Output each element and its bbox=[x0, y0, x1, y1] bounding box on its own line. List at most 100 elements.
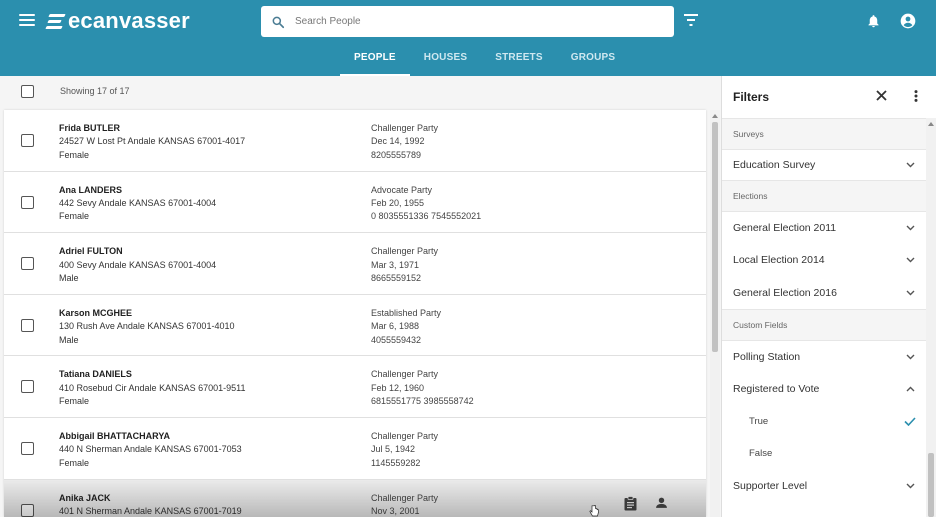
person-name: Anika JACK bbox=[59, 492, 111, 503]
person-gender: Female bbox=[59, 149, 90, 160]
chevron-down-icon bbox=[906, 290, 915, 296]
person-address: 130 Rush Ave Andale KANSAS 67001-4010 bbox=[59, 321, 235, 332]
clipboard-icon[interactable] bbox=[624, 495, 637, 511]
filter-label: General Election 2016 bbox=[733, 286, 837, 299]
person-party: Established Party bbox=[371, 307, 442, 318]
list-item[interactable]: Ana LANDERS 442 Sevy Andale KANSAS 67001… bbox=[4, 171, 706, 234]
filter-education-survey[interactable]: Education Survey bbox=[722, 150, 926, 180]
section-header-elections: Elections bbox=[722, 180, 926, 212]
person-address: 442 Sevy Andale KANSAS 67001-4004 bbox=[59, 198, 217, 208]
person-dob: Jul 5, 1942 bbox=[371, 444, 416, 455]
person-gender: Female bbox=[59, 457, 90, 468]
row-checkbox[interactable] bbox=[21, 380, 34, 394]
person-address: 24527 W Lost Pt Andale KANSAS 67001-4017 bbox=[59, 136, 246, 147]
filter-general-election-2016[interactable]: General Election 2016 bbox=[722, 277, 926, 309]
row-checkbox[interactable] bbox=[21, 195, 34, 209]
bell-icon[interactable] bbox=[866, 13, 881, 29]
section-header-surveys: Surveys bbox=[722, 118, 926, 150]
chevron-down-icon bbox=[906, 483, 915, 489]
scroll-up-arrow-icon[interactable] bbox=[928, 122, 934, 126]
filter-label: Local Election 2014 bbox=[733, 254, 825, 267]
person-name: Tatiana DANIELS bbox=[59, 369, 132, 380]
list-item[interactable]: Karson MCGHEE 130 Rush Ave Andale KANSAS… bbox=[4, 294, 706, 357]
filters-scrollbar[interactable] bbox=[926, 118, 936, 517]
person-dob: Mar 6, 1988 bbox=[371, 321, 420, 332]
check-icon bbox=[904, 417, 916, 426]
chevron-down-icon bbox=[906, 162, 915, 168]
scroll-thumb[interactable] bbox=[928, 453, 934, 517]
search-input[interactable] bbox=[295, 16, 635, 27]
scroll-up-arrow-icon[interactable] bbox=[712, 114, 718, 118]
person-dob: Nov 3, 2001 bbox=[371, 505, 420, 516]
filter-local-election-2014[interactable]: Local Election 2014 bbox=[722, 244, 926, 276]
people-list: Frida BUTLER 24527 W Lost Pt Andale KANS… bbox=[4, 110, 706, 517]
person-name: Karson MCGHEE bbox=[59, 307, 133, 318]
tab-houses[interactable]: HOUSES bbox=[410, 46, 481, 76]
person-party: Challenger Party bbox=[371, 492, 439, 503]
tab-people[interactable]: PEOPLE bbox=[340, 46, 410, 76]
person-address: 410 Rosebud Cir Andale KANSAS 67001-9511 bbox=[59, 382, 246, 393]
close-icon[interactable] bbox=[876, 90, 887, 101]
list-item[interactable]: Anika JACK 401 N Sherman Andale KANSAS 6… bbox=[4, 479, 706, 517]
person-phone: 0 8035551336 7545552021 bbox=[371, 211, 482, 222]
list-item[interactable]: Adriel FULTON 400 Sevy Andale KANSAS 670… bbox=[4, 233, 706, 295]
person-dob: Mar 3, 1971 bbox=[371, 259, 420, 270]
person-phone: 8665559152 bbox=[371, 273, 422, 283]
option-label: False bbox=[749, 447, 773, 459]
account-circle-icon[interactable] bbox=[900, 13, 916, 29]
person-name: Frida BUTLER bbox=[59, 123, 121, 133]
list-item[interactable]: Tatiana DANIELS 410 Rosebud Cir Andale K… bbox=[4, 356, 706, 418]
person-name: Ana LANDERS bbox=[59, 184, 123, 195]
person-party: Challenger Party bbox=[371, 246, 439, 257]
logo-text: ecanvasser bbox=[68, 8, 190, 33]
filter-supporter-level[interactable]: Supporter Level bbox=[722, 469, 926, 501]
row-checkbox[interactable] bbox=[21, 257, 34, 271]
list-scrollbar[interactable] bbox=[710, 110, 720, 517]
chevron-down-icon bbox=[906, 257, 915, 263]
tab-streets[interactable]: STREETS bbox=[481, 46, 557, 76]
option-true[interactable]: True bbox=[722, 405, 926, 437]
filter-registered-to-vote[interactable]: Registered to Vote bbox=[722, 373, 926, 405]
person-gender: Female bbox=[59, 211, 90, 222]
select-all-checkbox[interactable] bbox=[21, 85, 34, 98]
section-header-custom-fields: Custom Fields bbox=[722, 308, 926, 341]
scroll-thumb[interactable] bbox=[712, 122, 718, 352]
filter-polling-station[interactable]: Polling Station bbox=[722, 341, 926, 373]
chevron-down-icon bbox=[906, 354, 915, 360]
person-party: Challenger Party bbox=[371, 123, 439, 133]
filter-general-election-2011[interactable]: General Election 2011 bbox=[722, 212, 926, 244]
tab-groups[interactable]: GROUPS bbox=[557, 46, 630, 76]
person-icon[interactable] bbox=[655, 496, 668, 509]
chevron-down-icon bbox=[906, 225, 915, 231]
person-party: Advocate Party bbox=[371, 184, 433, 195]
row-checkbox[interactable] bbox=[21, 318, 34, 332]
filter-label: Education Survey bbox=[733, 159, 816, 171]
person-gender: Female bbox=[59, 396, 90, 407]
person-dob: Dec 14, 1992 bbox=[371, 136, 425, 147]
row-checkbox[interactable] bbox=[21, 503, 34, 517]
filter-label: General Election 2011 bbox=[733, 222, 837, 235]
person-phone: 4055559432 bbox=[371, 334, 422, 345]
filter-list-icon[interactable] bbox=[684, 14, 698, 26]
person-name: Adriel FULTON bbox=[59, 246, 123, 257]
row-actions bbox=[624, 495, 668, 511]
main-tabs: PEOPLE HOUSES STREETS GROUPS bbox=[340, 46, 629, 76]
person-dob: Feb 12, 1960 bbox=[371, 382, 425, 393]
search-icon bbox=[272, 16, 285, 28]
person-address: 440 N Sherman Andale KANSAS 67001-7053 bbox=[59, 444, 242, 455]
app-logo[interactable]: ecanvasser bbox=[45, 8, 190, 34]
option-false[interactable]: False bbox=[722, 437, 926, 469]
result-count: Showing 17 of 17 bbox=[60, 86, 130, 96]
more-vert-icon[interactable] bbox=[914, 90, 918, 102]
row-checkbox[interactable] bbox=[21, 134, 34, 147]
filter-label: Polling Station bbox=[733, 351, 801, 364]
row-checkbox[interactable] bbox=[21, 441, 34, 455]
person-phone: 6815551775 3985558742 bbox=[371, 396, 474, 407]
app-header: ecanvasser PEOPLE HOUSES STREETS GROUPS bbox=[0, 0, 936, 76]
person-dob: Feb 20, 1955 bbox=[371, 198, 425, 208]
hamburger-menu-icon[interactable] bbox=[19, 14, 35, 28]
logo-mark-icon bbox=[45, 13, 66, 29]
list-item[interactable]: Frida BUTLER 24527 W Lost Pt Andale KANS… bbox=[4, 110, 706, 172]
list-item[interactable]: Abbigail BHATTACHARYA 440 N Sherman Anda… bbox=[4, 417, 706, 480]
search-bar[interactable] bbox=[261, 6, 674, 37]
